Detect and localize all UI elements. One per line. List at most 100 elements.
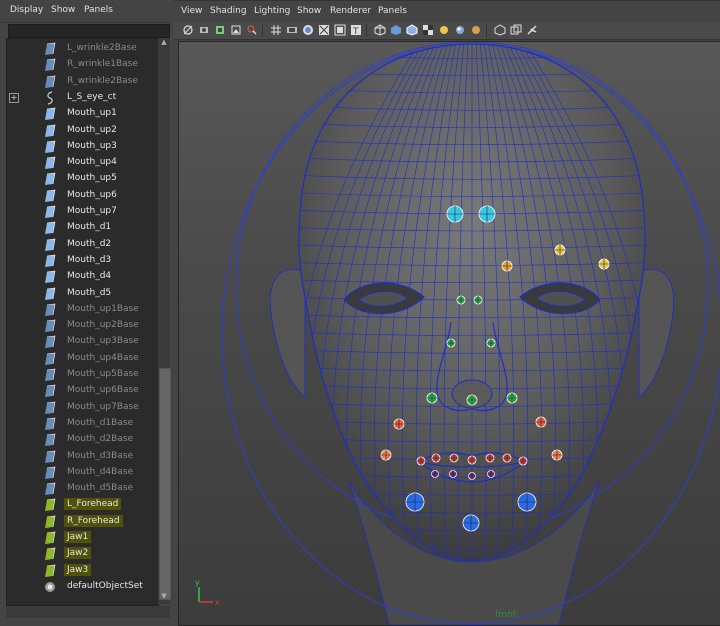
axis-x-label: x — [215, 598, 220, 607]
outliner-item[interactable]: Mouth_up5 — [7, 171, 158, 187]
blendshape-icon — [45, 238, 56, 251]
outliner-item[interactable]: Mouth_d3Base — [7, 449, 158, 465]
outliner-item[interactable]: Mouth_up2 — [7, 123, 158, 139]
outliner-item[interactable]: defaultObjectSet — [7, 579, 158, 595]
outliner-item-label: R_Forehead — [64, 514, 123, 527]
menu-shading[interactable]: Shading — [210, 6, 247, 16]
blendshape-icon — [45, 466, 56, 479]
smooth-shade-icon[interactable] — [390, 24, 402, 36]
outliner-item[interactable]: Mouth_d1Base — [7, 416, 158, 432]
blendshape-icon — [45, 433, 56, 447]
outliner-item[interactable]: Jaw2 — [7, 546, 158, 562]
outliner-item[interactable]: L_Forehead — [7, 497, 158, 513]
outliner-item-label: L_S_eye_ct — [67, 91, 117, 102]
menu-panels-vp[interactable]: Panels — [378, 6, 407, 16]
menu-view[interactable]: View — [181, 6, 202, 16]
outliner-tree[interactable]: L_wrinkle2Base R_wrinkle1Base R_wrinkle2Ba… — [6, 38, 159, 606]
set-icon — [45, 581, 55, 592]
tumble-icon[interactable] — [246, 24, 258, 36]
menu-lighting[interactable]: Lighting — [254, 6, 290, 16]
outliner-item-label: R_wrinkle1Base — [67, 59, 138, 70]
face-wireframe-render: y x — [195, 42, 720, 625]
shadows-icon[interactable] — [454, 24, 466, 36]
expand-toggle-icon[interactable]: + — [9, 92, 19, 103]
outliner-item[interactable]: Mouth_up4 — [7, 155, 158, 171]
outliner-item[interactable]: R_wrinkle1Base — [7, 57, 158, 73]
menu-show[interactable]: Show — [51, 5, 75, 15]
outliner-item[interactable]: Mouth_up5Base — [7, 367, 158, 383]
outliner-item[interactable]: Mouth_d5 — [7, 286, 158, 302]
outliner-horizontal-scrollbar[interactable] — [6, 606, 170, 618]
outliner-item[interactable]: R_wrinkle2Base — [7, 74, 158, 90]
outliner-item[interactable]: Mouth_up3 — [7, 139, 158, 155]
outliner-item-label: Jaw1 — [64, 531, 92, 543]
outliner-item[interactable]: Mouth_up7Base — [7, 400, 158, 416]
outliner-item[interactable]: Mouth_d2Base — [7, 432, 158, 448]
outliner-item[interactable]: Mouth_up2Base — [7, 318, 158, 334]
gate-mask-icon[interactable] — [318, 24, 330, 36]
camera-name-label: front — [495, 610, 517, 620]
blendshape-icon — [45, 270, 56, 284]
outliner-item[interactable]: Mouth_up7 — [7, 204, 158, 220]
xray-icon[interactable] — [510, 24, 522, 36]
outliner-item[interactable]: Mouth_d4 — [7, 269, 158, 285]
outliner-vertical-scrollbar[interactable]: ▲ ▼ — [158, 38, 171, 604]
outliner-item[interactable]: Mouth_d4Base — [7, 465, 158, 481]
outliner-item[interactable]: + L_S_eye_ct — [7, 90, 158, 106]
right-ear — [638, 268, 675, 398]
outliner-item[interactable]: Mouth_up6 — [7, 188, 158, 204]
blendshape-icon — [45, 417, 56, 430]
outliner-item-label: Mouth_d4Base — [67, 466, 134, 477]
blendshape-icon — [45, 384, 56, 398]
isolate-select-icon[interactable] — [494, 24, 506, 36]
outliner-item[interactable]: Jaw3 — [7, 563, 158, 579]
film-gate-icon[interactable] — [286, 24, 298, 36]
blendshape-icon — [45, 287, 56, 300]
menu-show-vp[interactable]: Show — [297, 6, 321, 16]
xray-joints-icon[interactable] — [526, 24, 538, 36]
outliner-item[interactable]: Mouth_up4Base — [7, 351, 158, 367]
menu-display[interactable]: Display — [10, 5, 43, 15]
lights-icon[interactable] — [438, 24, 450, 36]
scroll-thumb[interactable] — [159, 368, 171, 600]
select-camera-icon[interactable] — [182, 24, 194, 36]
grid-icon[interactable] — [270, 24, 282, 36]
field-chart-icon[interactable] — [334, 24, 346, 36]
wireframe-on-shaded-icon[interactable] — [406, 24, 418, 36]
outliner-item[interactable]: Jaw1 — [7, 530, 158, 546]
outliner-filter-field[interactable] — [8, 24, 170, 38]
scroll-up-arrow-icon[interactable]: ▲ — [158, 38, 170, 48]
outliner-item[interactable]: Mouth_d1 — [7, 220, 158, 236]
outliner-item[interactable]: Mouth_up6Base — [7, 383, 158, 399]
outliner-item-label: L_wrinkle2Base — [67, 43, 137, 53]
safe-title-icon[interactable]: T — [350, 24, 362, 36]
camera-attributes-icon[interactable] — [198, 24, 210, 36]
outliner-item[interactable]: L_wrinkle2Base — [7, 41, 158, 57]
textured-icon[interactable] — [422, 24, 434, 36]
outliner-menubar: Display Show Panels — [0, 0, 172, 23]
viewport-panel: View Shading Lighting Show Renderer Pane… — [174, 0, 720, 626]
outliner-item[interactable]: Mouth_up1Base — [7, 302, 158, 318]
blendshape-green-icon — [45, 564, 56, 577]
menu-panels[interactable]: Panels — [84, 5, 113, 15]
outliner-item-label: Mouth_up4 — [67, 157, 117, 168]
outliner-item-label: Mouth_up5 — [67, 173, 117, 184]
blendshape-icon — [45, 140, 56, 153]
outliner-item[interactable]: Mouth_d5Base — [7, 481, 158, 497]
outliner-item[interactable]: Mouth_up1 — [7, 106, 158, 122]
3d-viewport[interactable]: y x front — [178, 41, 720, 626]
blendshape-icon — [45, 156, 56, 170]
bookmark-icon[interactable] — [214, 24, 226, 36]
scroll-down-arrow-icon[interactable]: ▼ — [158, 592, 170, 602]
outliner-item[interactable]: R_Forehead — [7, 514, 158, 530]
outliner-item[interactable]: Mouth_up3Base — [7, 334, 158, 350]
wireframe-icon[interactable] — [374, 24, 386, 36]
outliner-item-label: Mouth_d4 — [67, 271, 112, 282]
ambient-occlusion-icon[interactable] — [470, 24, 482, 36]
menu-renderer[interactable]: Renderer — [330, 6, 371, 16]
outliner-item[interactable]: Mouth_d2 — [7, 237, 158, 253]
image-plane-icon[interactable] — [230, 24, 242, 36]
resolution-gate-icon[interactable] — [302, 24, 314, 36]
outliner-item-label: Mouth_d3Base — [67, 450, 134, 461]
outliner-item[interactable]: Mouth_d3 — [7, 253, 158, 269]
